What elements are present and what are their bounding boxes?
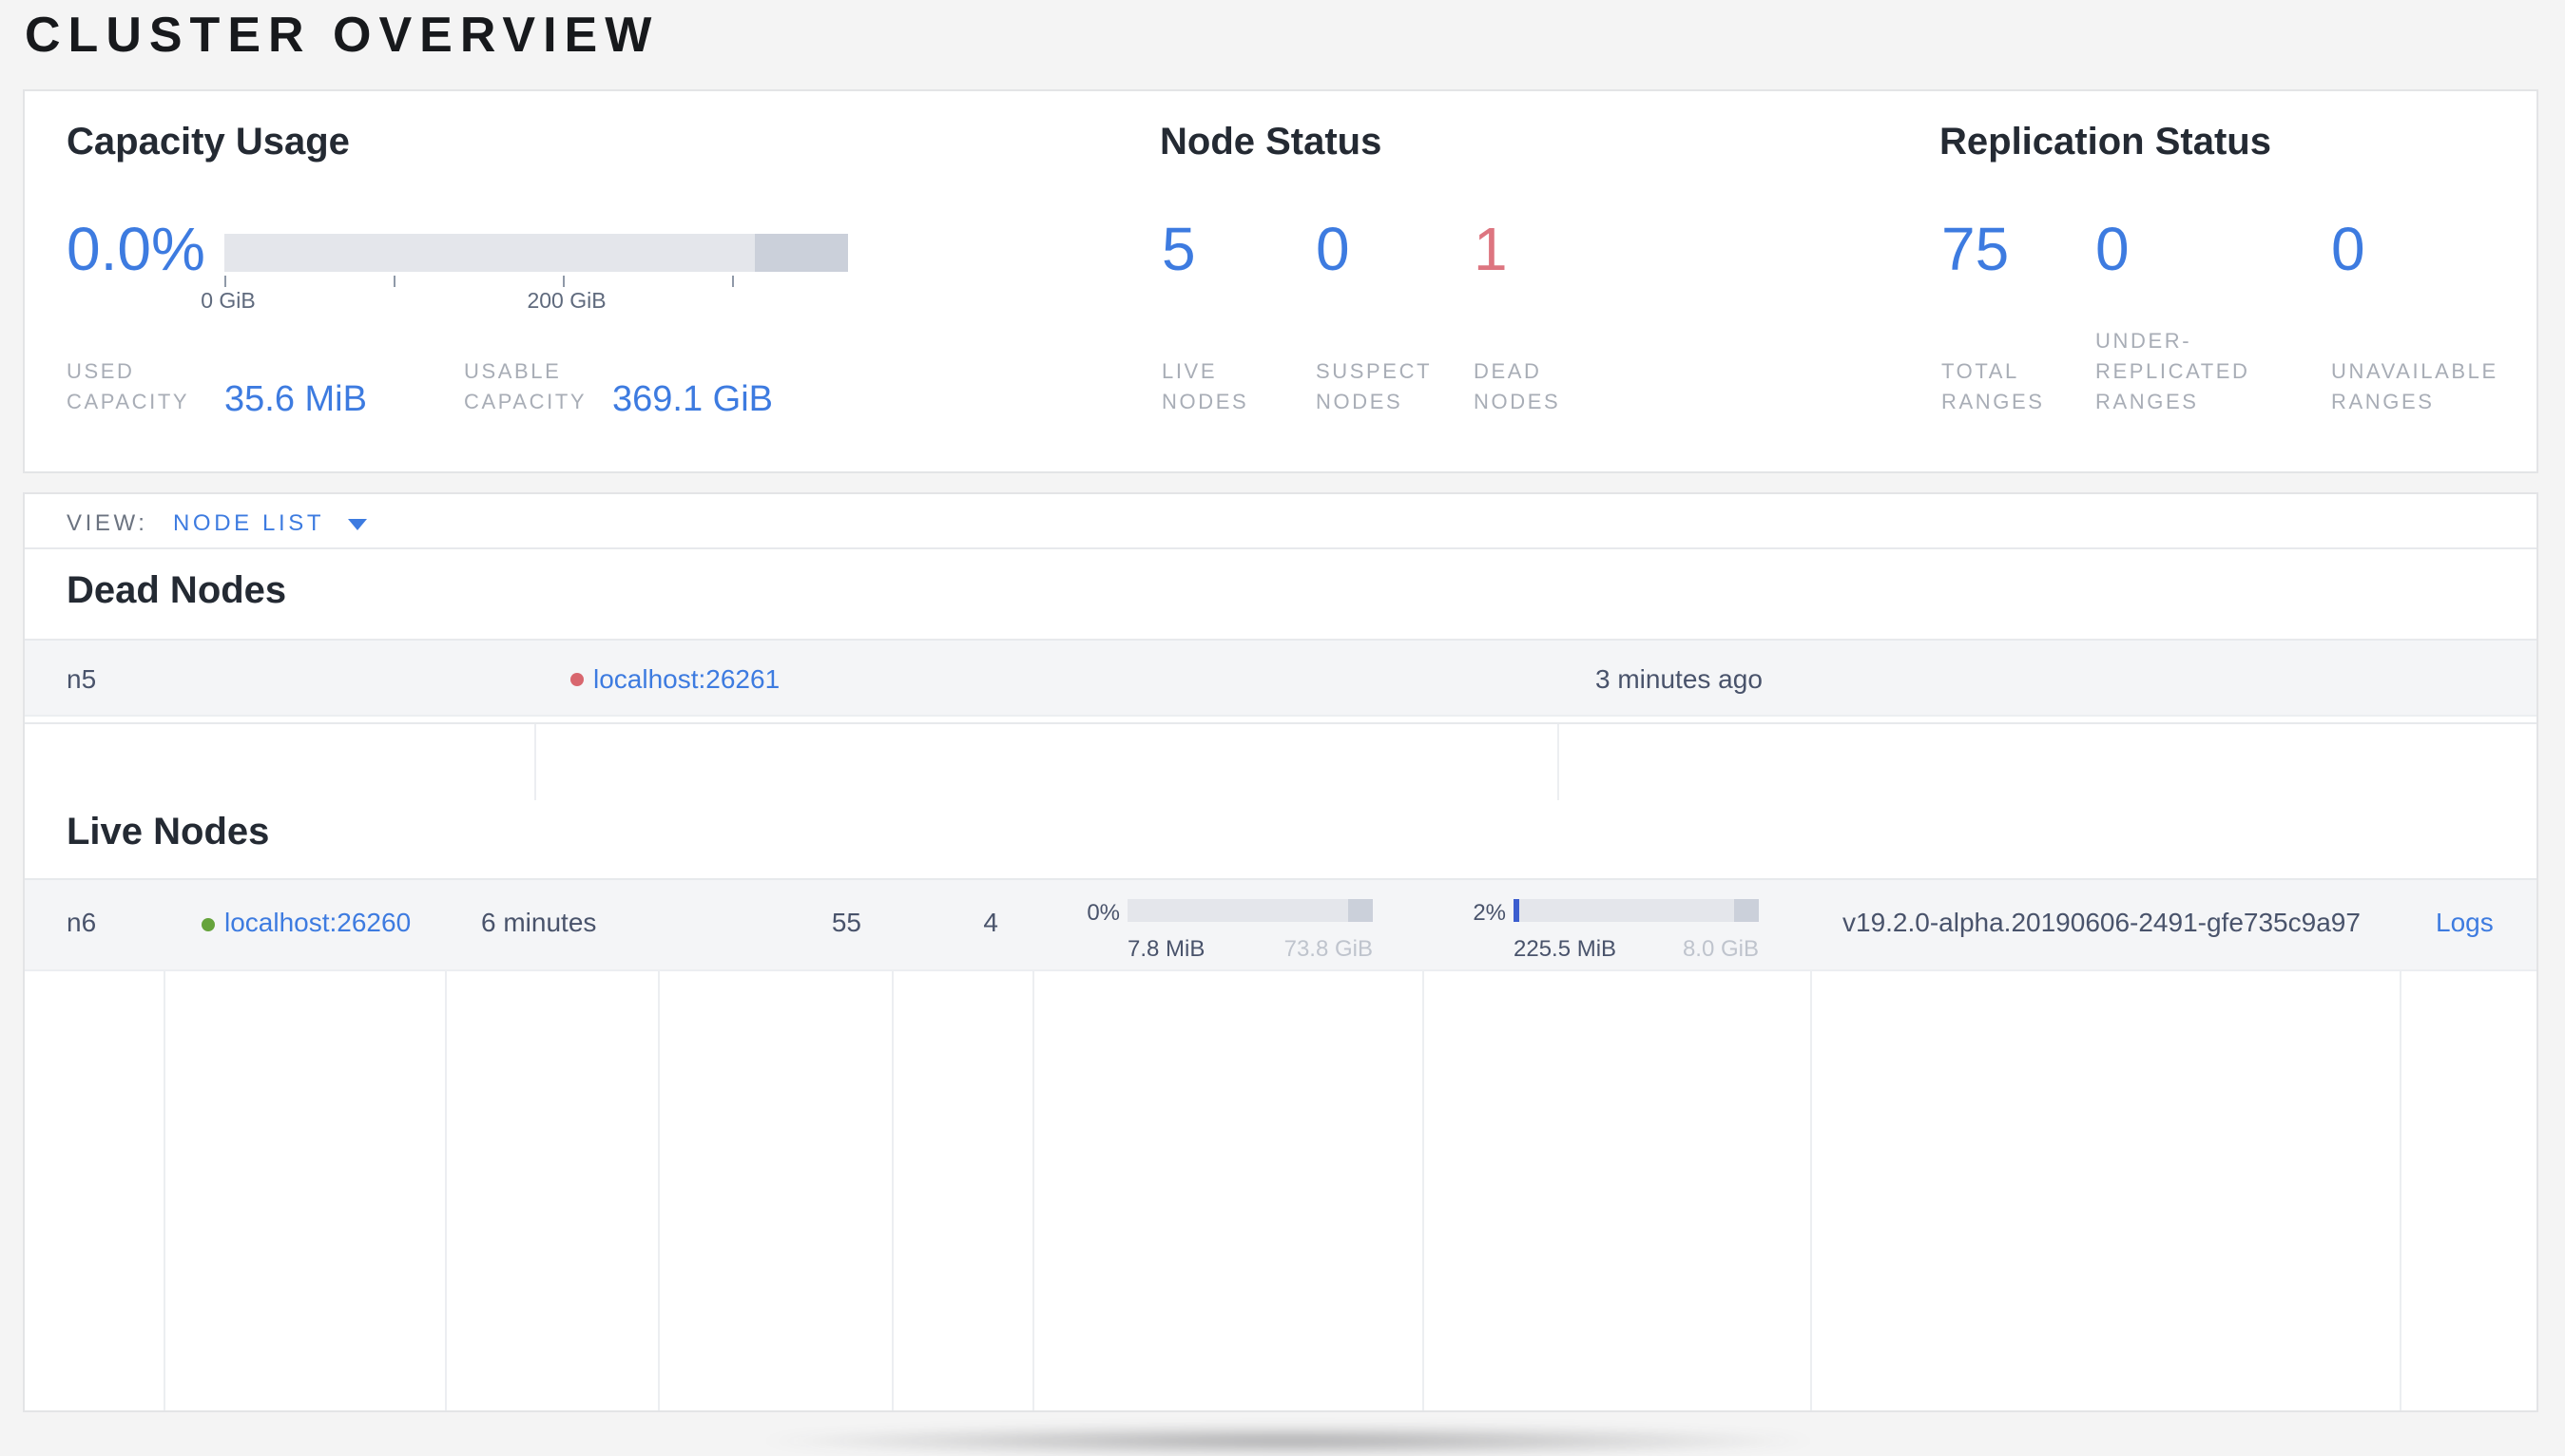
under-replicated-count: 0 — [2095, 215, 2130, 283]
live-nodes-table: ID▼ ADDRESS▼ UPTIME▼ REPLICAS▼ CPUS CAPA… — [25, 878, 2536, 1410]
cluster-overview-page: CLUSTER OVERVIEW Capacity Usage 0.0% 0 G… — [0, 0, 2565, 1456]
node-id: n5 — [67, 663, 97, 694]
under-replicated-label: UNDER- REPLICATED RANGES — [2095, 331, 2250, 414]
mem-bar-spare-segment — [1734, 899, 1759, 922]
capacity-total-value: 73.8 GiB — [1283, 935, 1373, 962]
total-ranges-label: TOTAL RANGES — [1941, 361, 2045, 414]
dead-node-row: n5 localhost:26261 3 minutes ago — [25, 641, 2536, 717]
total-ranges-count: 75 — [1941, 215, 2010, 283]
dead-nodes-count: 1 — [1474, 215, 1508, 283]
live-nodes-label: LIVE NODES — [1162, 361, 1249, 414]
page-title: CLUSTER OVERVIEW — [25, 6, 660, 63]
capacity-usage-bar — [1128, 899, 1373, 922]
mem-percent: 2% — [1473, 899, 1506, 926]
uptime-value: 6 minutes — [481, 907, 597, 937]
dead-status-dot-icon — [570, 673, 584, 686]
mem-total-value: 8.0 GiB — [1682, 935, 1759, 962]
live-status-dot-icon — [202, 918, 215, 931]
capacity-labels: 7.8 MiB 73.8 GiB — [1128, 935, 1373, 962]
axis-label-200: 200 GiB — [527, 291, 607, 314]
node-list-panel: VIEW: NODE LIST Dead Nodes ID▼ ADDRESS▼ … — [23, 492, 2538, 1412]
axis-tick — [732, 276, 734, 287]
capacity-usage-title: Capacity Usage — [67, 122, 350, 163]
unavailable-label: UNAVAILABLE RANGES — [2331, 361, 2498, 414]
chevron-down-icon[interactable] — [348, 519, 367, 530]
bottom-edge-shadow — [751, 1426, 1825, 1456]
axis-tick — [563, 276, 565, 287]
mem-used-value: 225.5 MiB — [1514, 935, 1617, 962]
node-address-link[interactable]: localhost:26261 — [593, 663, 780, 694]
mem-bar-fill — [1514, 899, 1520, 922]
usable-capacity-label: USABLE CAPACITY — [464, 361, 588, 414]
cpus-value: 4 — [983, 907, 998, 937]
live-node-row: n6 localhost:26260 6 minutes 55 4 0% 7.8… — [25, 880, 2536, 971]
suspect-nodes-label: SUSPECT NODES — [1316, 361, 1433, 414]
axis-tick — [224, 276, 226, 287]
capacity-percent: 0% — [1087, 899, 1120, 926]
mem-usage-bar — [1514, 899, 1759, 922]
capacity-used-value: 7.8 MiB — [1128, 935, 1205, 962]
dead-nodes-label: DEAD NODES — [1474, 361, 1561, 414]
capacity-usage-percent: 0.0% — [67, 215, 205, 283]
version-value: v19.2.0-alpha.20190606-2491-gfe735c9a97 — [1842, 907, 2361, 937]
unavailable-count: 0 — [2331, 215, 2365, 283]
used-capacity-label: USED CAPACITY — [67, 361, 190, 414]
replication-status-title: Replication Status — [1939, 122, 2271, 163]
used-capacity-value: 35.6 MiB — [224, 380, 367, 420]
node-status-title: Node Status — [1160, 122, 1382, 163]
node-id: n6 — [67, 907, 97, 937]
view-dropdown[interactable]: NODE LIST — [173, 509, 324, 536]
live-nodes-title: Live Nodes — [67, 812, 270, 853]
view-label: VIEW: — [67, 509, 148, 536]
dead-nodes-title: Dead Nodes — [67, 570, 287, 612]
node-address-link[interactable]: localhost:26260 — [224, 907, 411, 937]
live-nodes-count: 5 — [1162, 215, 1196, 283]
logs-link[interactable]: Logs — [2436, 907, 2494, 937]
dead-since-value: 3 minutes ago — [1595, 663, 1763, 694]
suspect-nodes-count: 0 — [1316, 215, 1350, 283]
usable-capacity-value: 369.1 GiB — [612, 380, 773, 420]
cluster-summary-panel: Capacity Usage 0.0% 0 GiB 200 GiB USED C… — [23, 89, 2538, 473]
mem-labels: 225.5 MiB 8.0 GiB — [1514, 935, 1759, 962]
view-bar: VIEW: NODE LIST — [25, 494, 2536, 549]
replicas-value: 55 — [831, 907, 861, 937]
dead-nodes-table: ID▼ ADDRESS▼ DEAD SINCE▼ n5 localhost:26… — [25, 639, 2536, 800]
axis-label-zero: 0 GiB — [201, 291, 256, 314]
axis-tick — [394, 276, 395, 287]
capacity-bar-spare-segment — [754, 234, 848, 272]
capacity-bar-spare-segment — [1348, 899, 1373, 922]
capacity-usage-bar — [224, 234, 848, 272]
